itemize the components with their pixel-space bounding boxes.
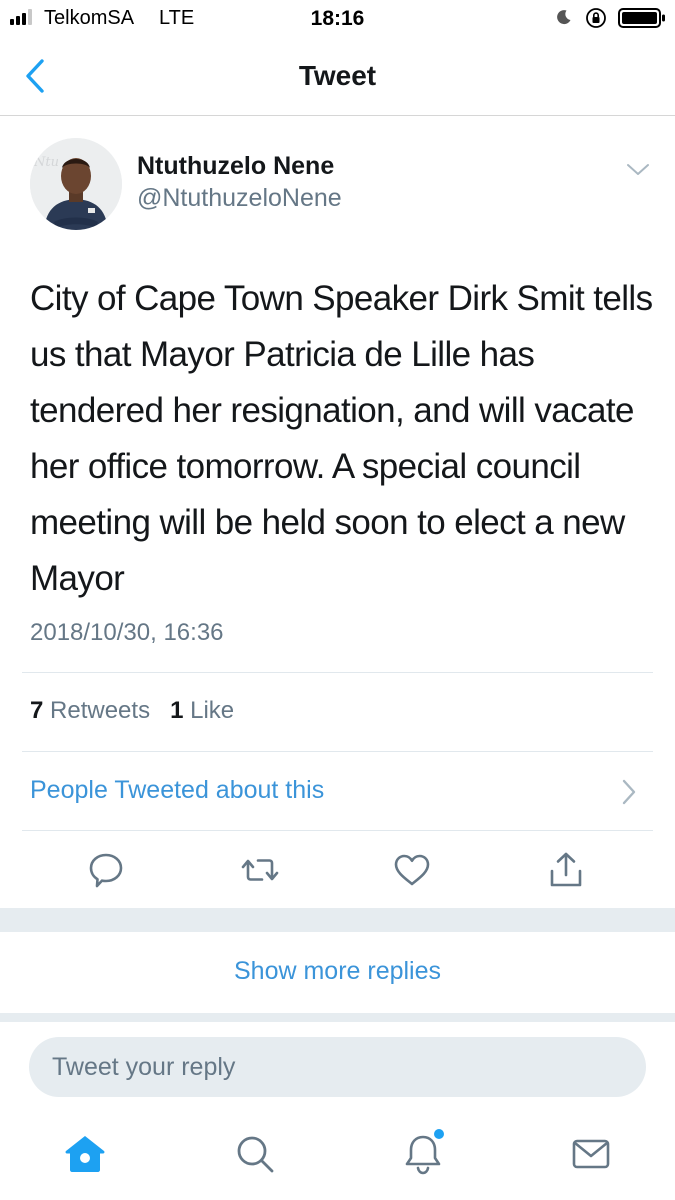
chevron-down-icon[interactable] <box>626 160 650 180</box>
like-icon[interactable] <box>392 850 432 890</box>
status-time: 18:16 <box>310 7 365 30</box>
page-title: Tweet <box>298 60 377 91</box>
people-tweeted-link[interactable]: People Tweeted about this <box>30 776 324 805</box>
retweet-label: Retweets <box>50 697 151 724</box>
navigation-bar: Tweet <box>0 38 675 116</box>
chevron-right-icon[interactable] <box>620 778 638 806</box>
divider <box>22 751 653 752</box>
tweet-text: City of Cape Town Speaker Dirk Smit tell… <box>30 279 653 598</box>
retweet-icon[interactable] <box>240 850 280 890</box>
likes-stat[interactable]: 1 Like <box>170 697 234 724</box>
like-count: 1 <box>170 697 184 724</box>
avatar-image: Ntu <box>30 138 122 230</box>
show-more-replies-button[interactable]: Show more replies <box>0 957 675 986</box>
tweet-timestamp: 2018/10/30, 16:36 <box>30 619 224 646</box>
messages-icon[interactable] <box>569 1132 613 1176</box>
notification-badge <box>434 1129 444 1139</box>
section-separator <box>0 908 675 932</box>
divider <box>22 672 653 673</box>
reply-placeholder: Tweet your reply <box>52 1053 236 1081</box>
reply-input[interactable]: Tweet your reply <box>29 1037 646 1097</box>
tweet-stats: 7 Retweets 1 Like <box>30 697 234 725</box>
retweet-count: 7 <box>30 697 44 724</box>
divider <box>22 830 653 831</box>
share-icon[interactable] <box>546 850 586 890</box>
like-label: Like <box>190 697 235 724</box>
search-icon[interactable] <box>233 1132 277 1176</box>
retweets-stat[interactable]: 7 Retweets <box>30 697 150 724</box>
status-bar: TelkomSA LTE 18:16 <box>0 0 675 38</box>
svg-text:Ntu: Ntu <box>33 155 59 170</box>
battery-icon <box>618 8 665 28</box>
section-separator <box>0 1013 675 1022</box>
orientation-lock-icon <box>586 8 606 28</box>
do-not-disturb-icon <box>557 10 571 25</box>
avatar[interactable]: Ntu <box>30 138 122 230</box>
home-icon[interactable] <box>63 1132 107 1176</box>
author-name[interactable]: Ntuthuzelo Nene <box>137 152 334 181</box>
reply-icon[interactable] <box>86 850 126 890</box>
author-handle[interactable]: @NtuthuzeloNene <box>137 184 342 213</box>
